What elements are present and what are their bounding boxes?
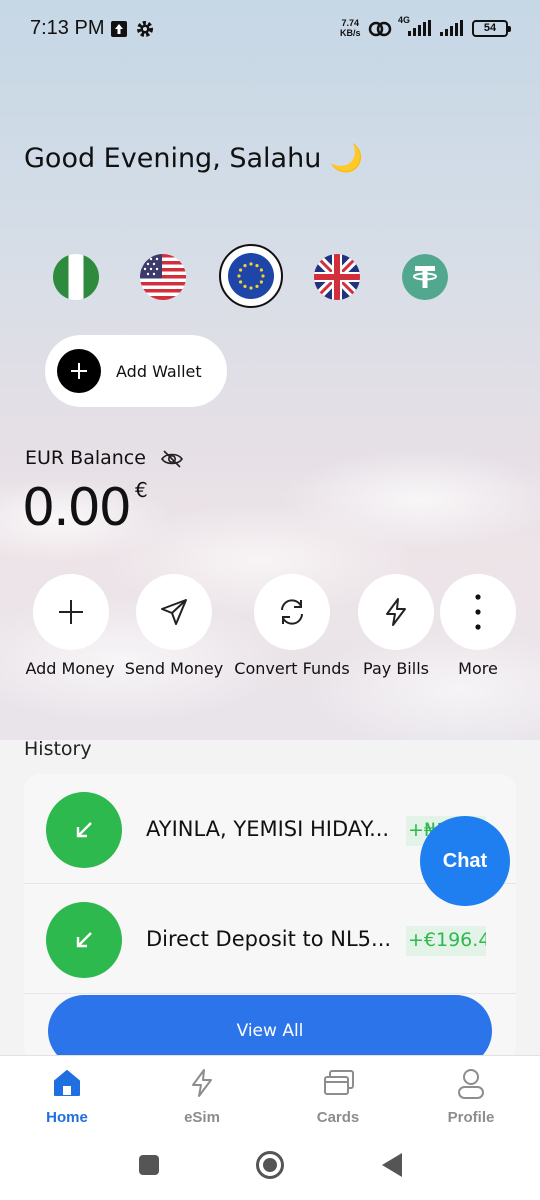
add-wallet-button[interactable]: Add Wallet bbox=[45, 335, 227, 407]
home-icon bbox=[54, 1070, 80, 1096]
convert-funds-button[interactable] bbox=[254, 574, 330, 650]
incoming-arrow-icon bbox=[46, 792, 122, 868]
transaction-amount: +€196.4 bbox=[406, 926, 486, 956]
nav-profile-label: Profile bbox=[447, 1109, 495, 1126]
transaction-name: Direct Deposit to NL5... bbox=[146, 927, 392, 951]
balance-currency-symbol: € bbox=[135, 478, 148, 502]
transaction-name: AYINLA, YEMISI HIDAY... bbox=[146, 817, 390, 841]
convert-funds-label: Convert Funds bbox=[234, 659, 350, 678]
more-vertical-icon bbox=[475, 594, 481, 630]
pay-bills-label: Pay Bills bbox=[363, 659, 429, 678]
transaction-row[interactable]: Direct Deposit to NL5... +€196.4 bbox=[24, 884, 516, 994]
tether-icon[interactable] bbox=[402, 254, 448, 300]
battery-icon: 54 bbox=[472, 20, 511, 37]
network-speed: 7.74 KB/s bbox=[340, 18, 361, 38]
hotspot-link-icon bbox=[368, 21, 392, 37]
signal-strength-icon bbox=[408, 20, 431, 36]
convert-icon bbox=[281, 599, 303, 625]
add-wallet-label: Add Wallet bbox=[116, 361, 202, 381]
settings-gear-icon bbox=[137, 21, 153, 37]
send-money-button[interactable] bbox=[136, 574, 212, 650]
nigeria-flag-icon[interactable] bbox=[53, 254, 99, 300]
chat-button[interactable]: Chat bbox=[420, 816, 510, 906]
uk-flag-icon[interactable] bbox=[314, 254, 360, 300]
nav-home[interactable]: Home bbox=[17, 1056, 117, 1141]
nav-profile[interactable]: Profile bbox=[421, 1056, 521, 1141]
eu-flag-icon[interactable] bbox=[228, 253, 274, 299]
system-nav-bar bbox=[0, 1140, 540, 1200]
nav-esim[interactable]: eSim bbox=[152, 1056, 252, 1141]
status-bar: 7:13 PM 7.74 KB/s 4G 54 bbox=[0, 0, 540, 60]
upload-notification-icon bbox=[111, 21, 127, 37]
more-button[interactable] bbox=[440, 574, 516, 650]
nav-cards[interactable]: Cards bbox=[288, 1056, 388, 1141]
balance-amount: 0.00 bbox=[22, 478, 132, 538]
recent-apps-icon[interactable] bbox=[138, 1154, 160, 1176]
nav-cards-label: Cards bbox=[316, 1109, 360, 1126]
plus-icon bbox=[57, 349, 101, 393]
incoming-arrow-icon bbox=[46, 902, 122, 978]
back-icon[interactable] bbox=[380, 1152, 404, 1178]
greeting: Good Evening, Salahu 🌙 bbox=[24, 143, 364, 174]
nav-home-label: Home bbox=[46, 1109, 88, 1126]
lightning-icon bbox=[386, 598, 406, 626]
history-title: History bbox=[24, 738, 92, 760]
nav-esim-label: eSim bbox=[184, 1109, 220, 1126]
us-flag-icon[interactable] bbox=[140, 254, 186, 300]
send-money-label: Send Money bbox=[124, 659, 224, 678]
send-icon bbox=[161, 599, 187, 625]
profile-icon bbox=[458, 1069, 484, 1099]
pay-bills-button[interactable] bbox=[358, 574, 434, 650]
plus-icon bbox=[59, 600, 83, 624]
more-label: More bbox=[458, 659, 498, 678]
status-time: 7:13 PM bbox=[30, 17, 105, 39]
cards-icon bbox=[324, 1070, 354, 1095]
add-money-label: Add Money bbox=[25, 659, 115, 678]
bottom-nav: Home eSim Cards Profile bbox=[0, 1055, 540, 1140]
home-button-icon[interactable] bbox=[255, 1150, 285, 1180]
balance-label: EUR Balance bbox=[25, 447, 146, 469]
lightning-icon bbox=[192, 1069, 212, 1097]
add-money-button[interactable] bbox=[33, 574, 109, 650]
hide-balance-icon[interactable] bbox=[160, 447, 184, 471]
signal-strength-2-icon bbox=[440, 20, 463, 36]
